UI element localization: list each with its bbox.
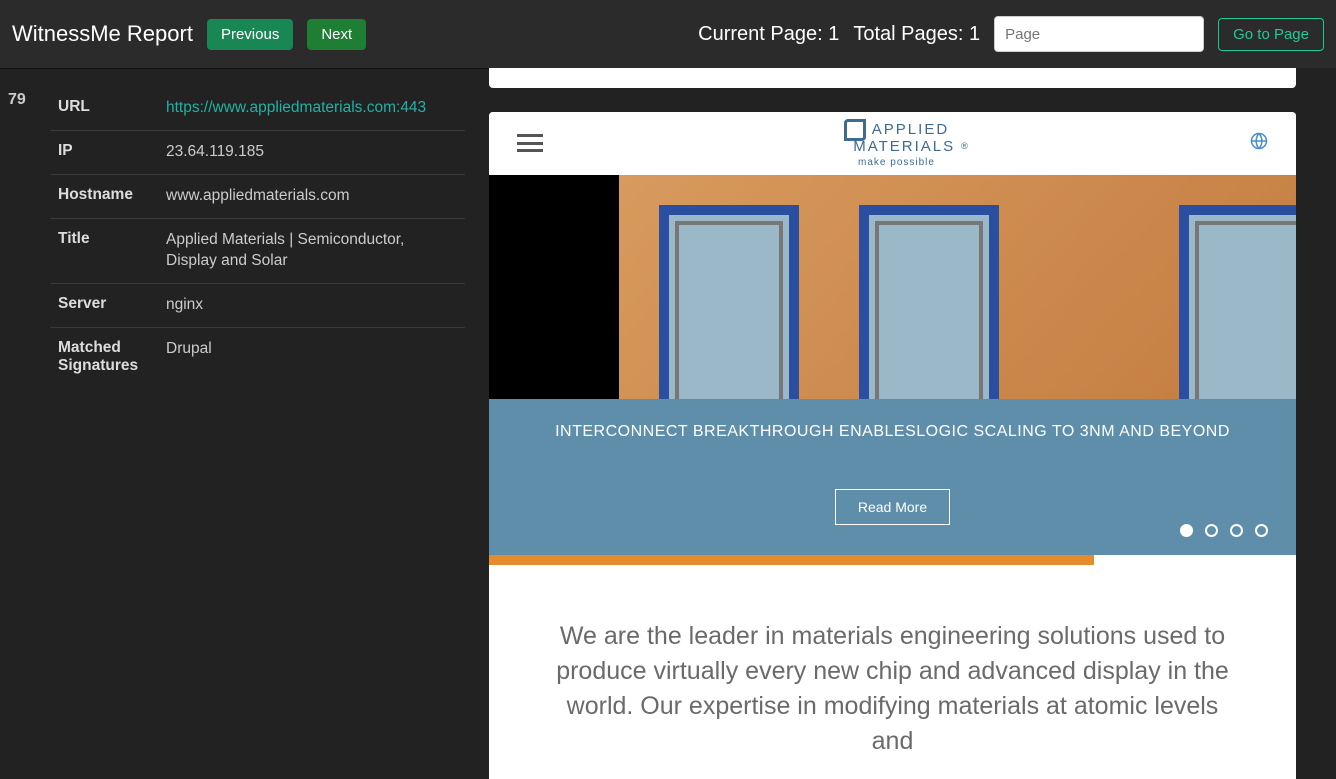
carousel-dot-1[interactable] xyxy=(1180,524,1193,537)
meta-row-signatures: Matched Signatures Drupal xyxy=(50,328,465,386)
meta-key: Matched Signatures xyxy=(58,339,166,375)
meta-val: Applied Materials | Semiconductor, Displ… xyxy=(166,230,457,272)
next-button[interactable]: Next xyxy=(307,19,366,50)
carousel-dot-3[interactable] xyxy=(1230,524,1243,537)
top-bar: WitnessMe Report Previous Next Current P… xyxy=(0,0,1336,68)
hero-banner: INTERCONNECT BREAKTHROUGH ENABLESLOGIC S… xyxy=(489,399,1296,555)
logo-line-2: MATERIALS xyxy=(853,138,955,155)
white-gap xyxy=(489,565,1296,619)
intro-text: We are the leader in materials engineeri… xyxy=(489,619,1296,779)
site-header: APPLIED MATERIALS® make possible xyxy=(489,112,1296,175)
meta-key: IP xyxy=(58,142,166,163)
screenshot-panel: APPLIED MATERIALS® make possible xyxy=(489,68,1336,779)
meta-val: www.appliedmaterials.com xyxy=(166,186,457,207)
carousel-dots xyxy=(1180,524,1268,537)
previous-button[interactable]: Previous xyxy=(207,19,293,50)
hero-image xyxy=(489,175,1296,399)
meta-key: Title xyxy=(58,230,166,272)
current-page-label: Current Page: 1 xyxy=(698,23,839,46)
page-input[interactable] xyxy=(994,16,1204,52)
meta-row-url: URL https://www.appliedmaterials.com:443 xyxy=(50,87,465,131)
meta-row-title: Title Applied Materials | Semiconductor,… xyxy=(50,219,465,284)
logo-line-1: APPLIED xyxy=(872,121,949,138)
meta-val-url[interactable]: https://www.appliedmaterials.com:443 xyxy=(166,98,457,119)
meta-row-hostname: Hostname www.appliedmaterials.com xyxy=(50,175,465,219)
banner-title: INTERCONNECT BREAKTHROUGH ENABLESLOGIC S… xyxy=(509,423,1276,441)
meta-row-server: Server nginx xyxy=(50,284,465,328)
meta-row-ip: IP 23.64.119.185 xyxy=(50,131,465,175)
hamburger-icon[interactable] xyxy=(517,134,543,152)
captured-site: APPLIED MATERIALS® make possible xyxy=(489,112,1296,779)
logo-tagline: make possible xyxy=(858,157,935,168)
app-title: WitnessMe Report xyxy=(12,21,193,47)
globe-icon[interactable] xyxy=(1250,132,1268,155)
go-to-page-button[interactable]: Go to Page xyxy=(1218,18,1324,51)
meta-key: Server xyxy=(58,295,166,316)
main-area: 79 URL https://www.appliedmaterials.com:… xyxy=(0,68,1336,779)
total-pages-label: Total Pages: 1 xyxy=(853,23,980,46)
meta-val: 23.64.119.185 xyxy=(166,142,457,163)
read-more-button[interactable]: Read More xyxy=(835,489,950,525)
meta-key: URL xyxy=(58,98,166,119)
meta-val: nginx xyxy=(166,295,457,316)
metadata-table: URL https://www.appliedmaterials.com:443… xyxy=(50,87,465,386)
accent-bar xyxy=(489,555,1094,566)
previous-entry-card-edge xyxy=(489,68,1296,88)
carousel-dot-2[interactable] xyxy=(1205,524,1218,537)
entry-index: 79 xyxy=(8,91,26,109)
metadata-panel: 79 URL https://www.appliedmaterials.com:… xyxy=(0,68,489,779)
carousel-dot-4[interactable] xyxy=(1255,524,1268,537)
meta-val: Drupal xyxy=(166,339,457,375)
site-logo[interactable]: APPLIED MATERIALS® make possible xyxy=(825,120,968,166)
meta-key: Hostname xyxy=(58,186,166,207)
